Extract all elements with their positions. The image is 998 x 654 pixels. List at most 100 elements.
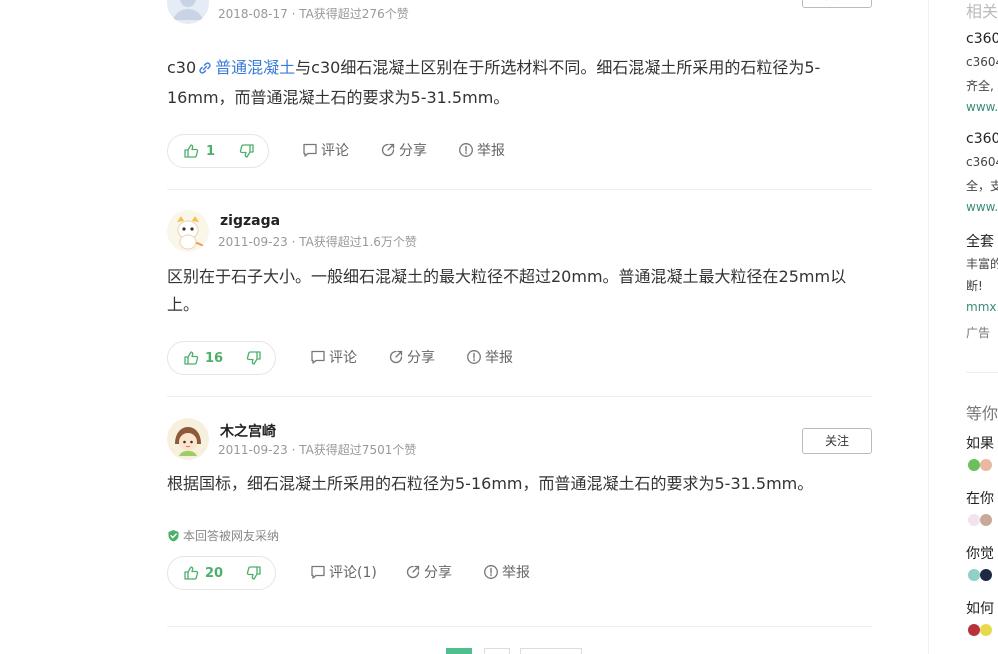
share-icon	[389, 350, 403, 364]
vote-group: 16	[167, 341, 276, 375]
like-count: 1	[206, 144, 216, 159]
ta-likes-text: TA获得超过1.6万个赞	[299, 235, 417, 249]
adopted-badge: 本回答被网友采纳	[167, 527, 279, 544]
question-link[interactable]: 在你	[966, 488, 994, 508]
report-icon	[484, 565, 498, 579]
avatar[interactable]	[167, 210, 209, 252]
sidebar-heading: 相关	[966, 2, 998, 21]
report-button[interactable]: 举报	[483, 564, 530, 582]
link-icon	[198, 56, 212, 84]
sidebar-divider	[928, 0, 929, 654]
avatar	[968, 514, 980, 526]
follow-button[interactable]: 关注	[802, 0, 872, 8]
share-label: 分享	[424, 565, 452, 581]
report-icon	[459, 143, 473, 157]
answer-header: 2018-08-17 · TA获得超过276个赞 关注	[167, 0, 872, 26]
share-button[interactable]: 分享	[380, 142, 427, 160]
share-button[interactable]: 分享	[388, 349, 435, 367]
divider	[167, 396, 872, 397]
report-label: 举报	[502, 565, 530, 581]
comment-label: 评论	[321, 143, 349, 159]
answer-content: 根据国标，细石混凝土所采用的石粒径为5-16mm，而普通混凝土石的要求为5-31…	[167, 474, 814, 493]
thumbs-down-icon[interactable]	[239, 143, 255, 163]
right-sidebar: 相关 c360 c3604 齐全, www. c360 c3604 全，支 ww…	[966, 0, 998, 654]
adopted-label: 本回答被网友采纳	[183, 529, 280, 543]
divider	[167, 626, 872, 627]
sidebar-divider	[966, 372, 998, 373]
answer-actions: 16 评论 分享 举报	[167, 341, 872, 375]
comment-button[interactable]: 评论(1)	[310, 564, 377, 582]
thumbs-up-icon[interactable]	[183, 350, 199, 370]
answer-header: zigzaga 2011-09-23 · TA获得超过1.6万个赞	[167, 210, 872, 254]
ad-label: 广告	[966, 326, 991, 340]
avatar	[980, 514, 992, 526]
pagination-page[interactable]	[484, 648, 510, 654]
ad-desc: 断!	[966, 279, 983, 293]
answer-date: 2011-09-23	[218, 443, 288, 457]
answer-header: 木之宫崎 2011-09-23 · TA获得超过7501个赞 关注	[167, 418, 872, 462]
avatar[interactable]	[167, 418, 209, 460]
avatar	[968, 569, 980, 581]
ad-desc: c3604	[966, 55, 998, 69]
follow-button[interactable]: 关注	[802, 428, 872, 454]
ad-desc: 全，支	[966, 179, 998, 193]
answer-meta: 2011-09-23 · TA获得超过7501个赞	[218, 443, 417, 457]
answer-item: 2018-08-17 · TA获得超过276个赞 关注	[167, 0, 872, 26]
report-label: 举报	[485, 350, 513, 366]
content-text: c30	[167, 58, 197, 77]
ad-title[interactable]: 全套	[966, 231, 994, 251]
answer-content-block: 区别在于石子大小。一般细石混凝土的最大粒径不超过20mm。普通混凝土最大粒径在2…	[167, 263, 872, 319]
answer-content-block: c30 普通混凝土与c30细石混凝土区别在于所选材料不同。细石混凝土所采用的石粒径…	[167, 54, 872, 112]
question-link[interactable]: 如果	[966, 433, 994, 453]
comment-label: 评论(1)	[329, 565, 377, 581]
ad-url[interactable]: www.	[966, 200, 998, 214]
share-button[interactable]: 分享	[405, 564, 452, 582]
pagination-page-current[interactable]	[446, 648, 472, 654]
report-icon	[467, 350, 481, 364]
avatar	[980, 624, 992, 636]
report-button[interactable]: 举报	[458, 142, 505, 160]
avatar[interactable]	[167, 0, 209, 24]
ad-title[interactable]: c360	[966, 31, 998, 47]
answer-content: 区别在于石子大小。一般细石混凝土的最大粒径不超过20mm。普通混凝土最大粒径在2…	[167, 267, 847, 314]
avatar	[968, 624, 980, 636]
ta-likes-text: TA获得超过276个赞	[299, 7, 409, 21]
ad-url[interactable]: mmx.	[966, 300, 998, 314]
pagination-next-button[interactable]	[520, 648, 582, 654]
keyword-link[interactable]: 普通混凝土	[215, 58, 295, 77]
ad-title[interactable]: c360	[966, 131, 998, 147]
thumbs-down-icon[interactable]	[246, 565, 262, 585]
answer-item: zigzaga 2011-09-23 · TA获得超过1.6万个赞	[167, 210, 872, 254]
report-label: 举报	[477, 143, 505, 159]
username[interactable]: zigzaga	[220, 213, 280, 229]
thumbs-up-icon[interactable]	[183, 143, 199, 163]
avatar	[980, 459, 992, 471]
comment-button[interactable]: 评论	[302, 142, 349, 160]
answer-meta: 2011-09-23 · TA获得超过1.6万个赞	[218, 235, 417, 249]
comment-icon	[311, 565, 325, 579]
shield-check-icon	[168, 530, 179, 542]
share-icon	[406, 565, 420, 579]
answers-column: 2018-08-17 · TA获得超过276个赞 关注 c30普通混凝土与c30…	[0, 0, 930, 654]
share-label: 分享	[399, 143, 427, 159]
comment-icon	[303, 143, 317, 157]
ad-desc: 丰富的	[966, 257, 998, 271]
question-link[interactable]: 你觉	[966, 543, 994, 563]
report-button[interactable]: 举报	[466, 349, 513, 367]
share-label: 分享	[407, 350, 435, 366]
like-count: 16	[205, 351, 224, 366]
ad-desc: 齐全,	[966, 79, 994, 93]
vote-group: 1	[167, 134, 269, 168]
question-link[interactable]: 如何	[966, 598, 994, 618]
thumbs-down-icon[interactable]	[246, 350, 262, 370]
avatar	[968, 459, 980, 471]
like-count: 20	[205, 566, 224, 581]
answer-actions: 20 评论(1) 分享 举报	[167, 556, 872, 590]
share-icon	[381, 143, 395, 157]
ad-url[interactable]: www.	[966, 100, 998, 114]
comment-button[interactable]: 评论	[310, 349, 357, 367]
username[interactable]: 木之宫崎	[220, 421, 276, 441]
vote-group: 20	[167, 556, 276, 590]
thumbs-up-icon[interactable]	[183, 565, 199, 585]
comment-icon	[311, 350, 325, 364]
